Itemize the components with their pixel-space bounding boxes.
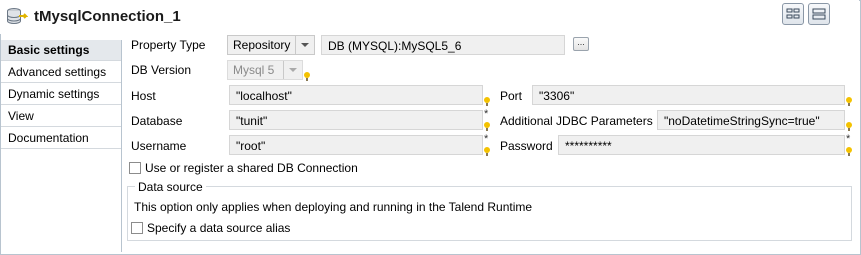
property-type-value: Repository: [233, 38, 291, 52]
hint-bulb-icon: [846, 122, 852, 131]
db-version-select[interactable]: Mysql 5: [227, 60, 303, 80]
database-label: Database: [131, 114, 183, 128]
form-layout-button[interactable]: [808, 3, 830, 25]
data-source-note: This option only applies when deploying …: [134, 200, 533, 214]
required-marker: *: [846, 133, 851, 145]
password-label: Password: [500, 139, 553, 153]
db-version-value: Mysql 5: [233, 63, 275, 77]
form-layout-icon: [812, 8, 826, 20]
tab-dynamic-settings[interactable]: Dynamic settings: [1, 84, 121, 105]
chevron-down-icon: [295, 36, 314, 54]
database-input[interactable]: "tunit": [229, 110, 483, 130]
table-layout-icon: [786, 8, 800, 19]
shared-connection-checkbox[interactable]: [129, 162, 141, 174]
hint-bulb-icon: [484, 97, 490, 106]
data-source-alias-checkbox[interactable]: [131, 222, 143, 234]
hint-bulb-icon: [484, 147, 490, 156]
hint-bulb-icon: [484, 122, 490, 131]
username-label: Username: [131, 139, 187, 153]
hint-bulb-icon: [846, 147, 852, 156]
jdbc-parameters-label: Additional JDBC Parameters: [500, 114, 653, 128]
property-type-select[interactable]: Repository: [227, 35, 315, 55]
title-bar: tMysqlConnection_1: [0, 0, 859, 34]
data-source-alias-label[interactable]: Specify a data source alias: [147, 221, 290, 235]
username-input[interactable]: "root": [229, 135, 483, 155]
data-source-title: Data source: [135, 180, 206, 194]
tab-documentation[interactable]: Documentation: [1, 128, 121, 149]
host-label: Host: [131, 89, 156, 103]
tab-advanced-settings[interactable]: Advanced settings: [1, 62, 121, 83]
required-marker: *: [484, 108, 489, 120]
password-input[interactable]: **********: [558, 135, 845, 155]
repository-field: DB (MYSQL):MySQL5_6: [321, 35, 565, 55]
chevron-down-icon: [283, 61, 302, 79]
browse-repository-button[interactable]: ...: [573, 37, 589, 51]
db-version-label: DB Version: [131, 63, 192, 77]
shared-connection-label[interactable]: Use or register a shared DB Connection: [145, 161, 358, 175]
hint-bulb-icon: [304, 72, 310, 81]
jdbc-parameters-input[interactable]: "noDatetimeStringSync=true": [657, 110, 845, 130]
tab-basic-settings[interactable]: Basic settings: [1, 40, 121, 61]
component-title: tMysqlConnection_1: [34, 8, 181, 25]
hint-bulb-icon: [846, 97, 852, 106]
port-input[interactable]: "3306": [532, 85, 845, 105]
host-input[interactable]: "localhost": [229, 85, 483, 105]
table-layout-button[interactable]: [782, 3, 804, 25]
property-type-label: Property Type: [131, 38, 206, 52]
port-label: Port: [500, 89, 523, 103]
settings-sidebar: Basic settings Advanced settings Dynamic…: [1, 40, 122, 252]
required-marker: *: [484, 133, 489, 145]
tab-view[interactable]: View: [1, 106, 121, 127]
database-icon: [7, 8, 28, 24]
